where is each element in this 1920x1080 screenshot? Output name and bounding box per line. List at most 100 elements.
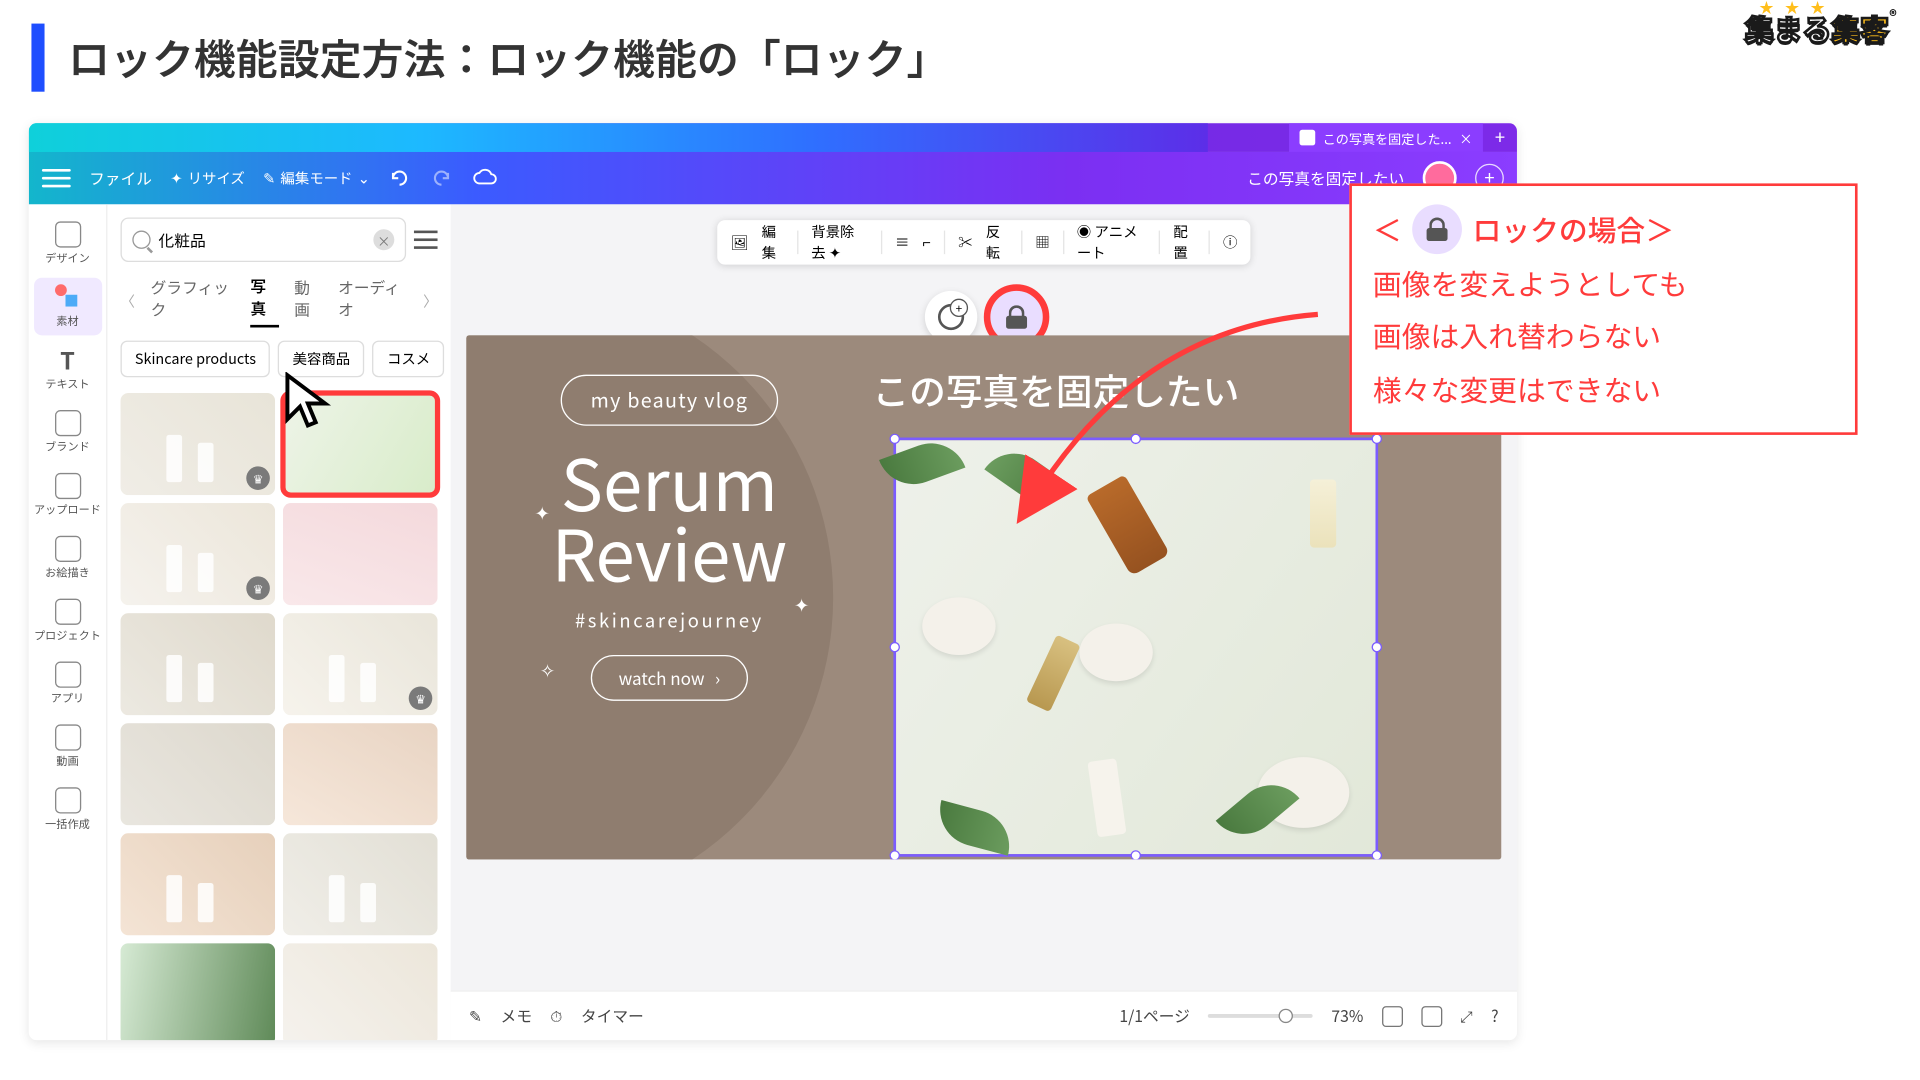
rail-design[interactable]: デザイン <box>33 215 101 273</box>
annotation-text: 様々な変更はできない <box>1373 364 1834 414</box>
photo-thumb-selected[interactable] <box>283 393 438 495</box>
tab-close-icon[interactable]: × <box>1459 128 1472 148</box>
rail-brand[interactable]: ブランド <box>33 403 101 461</box>
edit-mode-button[interactable]: ✎ 編集モード ⌄ <box>263 168 370 189</box>
browser-tabbar: この写真を固定した... × + <box>29 123 1517 152</box>
tab-video[interactable]: 動画 <box>294 276 322 326</box>
page-indicator[interactable]: 1/1ページ <box>1119 1005 1189 1027</box>
flip-button[interactable]: 反転 <box>986 221 1008 263</box>
file-menu[interactable]: ファイル <box>89 167 152 189</box>
corner-icon[interactable]: ⌐ <box>923 232 931 253</box>
top-toolbar: ファイル ✦ リサイズ ✎ 編集モード ⌄ この写真を固定したい + <box>29 152 1517 204</box>
photo-thumb[interactable]: ♛ <box>283 613 438 715</box>
lock-icon <box>1006 305 1027 329</box>
animate-button[interactable]: ◉ アニメート <box>1077 221 1146 263</box>
edit-button[interactable]: 編集 <box>762 221 784 263</box>
position-button[interactable]: 配置 <box>1173 221 1195 263</box>
info-icon[interactable]: ⓘ <box>1223 232 1237 253</box>
help-icon[interactable]: ? <box>1491 1005 1498 1027</box>
grid-view-icon[interactable] <box>1421 1005 1442 1026</box>
elements-panel: × 〈 グラフィック 写真 動画 オーディオ 〉 Skincare produc… <box>107 204 450 1040</box>
timer-icon: ⏱ <box>550 1005 562 1027</box>
photo-thumb[interactable] <box>283 943 438 1040</box>
undo-button[interactable] <box>388 166 412 190</box>
leaf-graphic <box>932 800 1017 856</box>
photo-thumb[interactable] <box>121 833 276 935</box>
filter-icon[interactable] <box>414 231 438 249</box>
chip-skincare[interactable]: Skincare products <box>121 341 271 378</box>
bulk-icon <box>54 787 80 813</box>
tab-favicon <box>1299 130 1315 146</box>
document-tab[interactable]: この写真を固定した... × <box>1289 123 1483 152</box>
photo-thumb[interactable]: ♛ <box>121 393 276 495</box>
chip-cosme[interactable]: コスメ <box>373 341 445 378</box>
fullscreen-icon[interactable]: ⤢ <box>1460 1005 1473 1027</box>
redo-button[interactable] <box>430 166 454 190</box>
crown-badge-icon: ♛ <box>246 576 270 600</box>
new-tab-button[interactable]: + <box>1483 124 1517 150</box>
align-icon[interactable]: ≡ <box>895 232 909 253</box>
photo-thumb[interactable] <box>283 723 438 825</box>
design-page[interactable]: my beauty vlog ✦ ✦ ✧ SerumReview #skinca… <box>466 335 1501 859</box>
remove-bg-button[interactable]: 背景除去 ✦ <box>811 221 868 263</box>
rail-upload[interactable]: アップロード <box>33 466 101 524</box>
cloud-sync-icon[interactable] <box>472 168 498 189</box>
view-mode-icon[interactable] <box>1382 1005 1403 1026</box>
chevron-right-icon: › <box>715 666 720 691</box>
context-toolbar: 🖼 編集 背景除去 ✦ ≡ ⌐ ✂ 反転 ▦ ◉ アニメート 配置 <box>717 220 1250 265</box>
photo-grid: ♛ ♛ ♛ <box>121 393 438 1040</box>
menu-icon[interactable] <box>42 169 71 187</box>
tab-title: この写真を固定した... <box>1323 128 1452 148</box>
title-accent <box>31 24 44 92</box>
jar-graphic <box>922 597 995 655</box>
rail-elements[interactable]: 素材 <box>33 278 101 336</box>
photo-thumb[interactable] <box>283 503 438 605</box>
rail-bulk[interactable]: 一括作成 <box>33 781 101 839</box>
serum-heading: ✦ ✦ ✧ SerumReview <box>506 449 834 589</box>
pencil-icon <box>54 536 80 562</box>
amber-bottle-graphic <box>1086 474 1170 576</box>
play-icon <box>54 724 80 750</box>
search-input[interactable] <box>159 229 366 251</box>
jar-graphic <box>1079 624 1152 682</box>
transparency-icon[interactable]: ▦ <box>1035 232 1049 253</box>
chip-beauty[interactable]: 美容商品 <box>278 341 364 378</box>
tube-graphic <box>1087 758 1126 837</box>
rail-text[interactable]: Tテキスト <box>33 341 101 399</box>
vlog-badge: my beauty vlog <box>560 375 778 426</box>
tabs-prev-icon[interactable]: 〈 <box>121 291 135 312</box>
resize-button[interactable]: ✦ リサイズ <box>170 168 245 189</box>
edit-image-icon: 🖼 <box>730 232 748 253</box>
tab-graphic[interactable]: グラフィック <box>151 276 235 326</box>
crop-icon[interactable]: ✂ <box>958 232 972 253</box>
rail-draw[interactable]: お絵描き <box>33 529 101 587</box>
design-left-text: my beauty vlog ✦ ✦ ✧ SerumReview #skinca… <box>506 375 834 701</box>
rail-video[interactable]: 動画 <box>33 718 101 776</box>
notes-icon: ✎ <box>469 1005 482 1027</box>
timer-button[interactable]: タイマー <box>581 1005 644 1027</box>
zoom-slider[interactable] <box>1208 1014 1313 1018</box>
search-box[interactable]: × <box>121 217 407 262</box>
photo-thumb[interactable]: ♛ <box>121 503 276 605</box>
clear-search-icon[interactable]: × <box>373 229 394 250</box>
rail-project[interactable]: プロジェクト <box>33 592 101 650</box>
crown-badge-icon: ♛ <box>409 686 433 710</box>
tabs-next-icon[interactable]: 〉 <box>423 291 437 312</box>
selected-image-frame[interactable] <box>893 438 1378 857</box>
rail-apps[interactable]: アプリ <box>33 655 101 713</box>
cloud-upload-icon <box>54 473 80 499</box>
photo-thumb[interactable] <box>121 613 276 715</box>
photo-thumb[interactable] <box>121 943 276 1040</box>
slide-title: ロック機能設定方法：ロック機能の「ロック」 <box>68 28 948 88</box>
notes-button[interactable]: メモ <box>501 1005 532 1027</box>
annotation-text: 画像を変えようとしても <box>1373 257 1834 307</box>
crown-badge-icon: ♛ <box>246 466 270 490</box>
photo-thumb[interactable] <box>121 723 276 825</box>
tab-photo[interactable]: 写真 <box>250 275 278 327</box>
annotation-text: 画像は入れ替わらない <box>1373 310 1834 360</box>
side-rail: デザイン 素材 Tテキスト ブランド アップロード お絵描き プロジェクト アプ… <box>29 204 108 1040</box>
photo-thumb[interactable] <box>283 833 438 935</box>
serum-bottle-graphic <box>1310 479 1336 547</box>
tab-audio[interactable]: オーディオ <box>338 276 407 326</box>
apps-icon <box>54 662 80 688</box>
